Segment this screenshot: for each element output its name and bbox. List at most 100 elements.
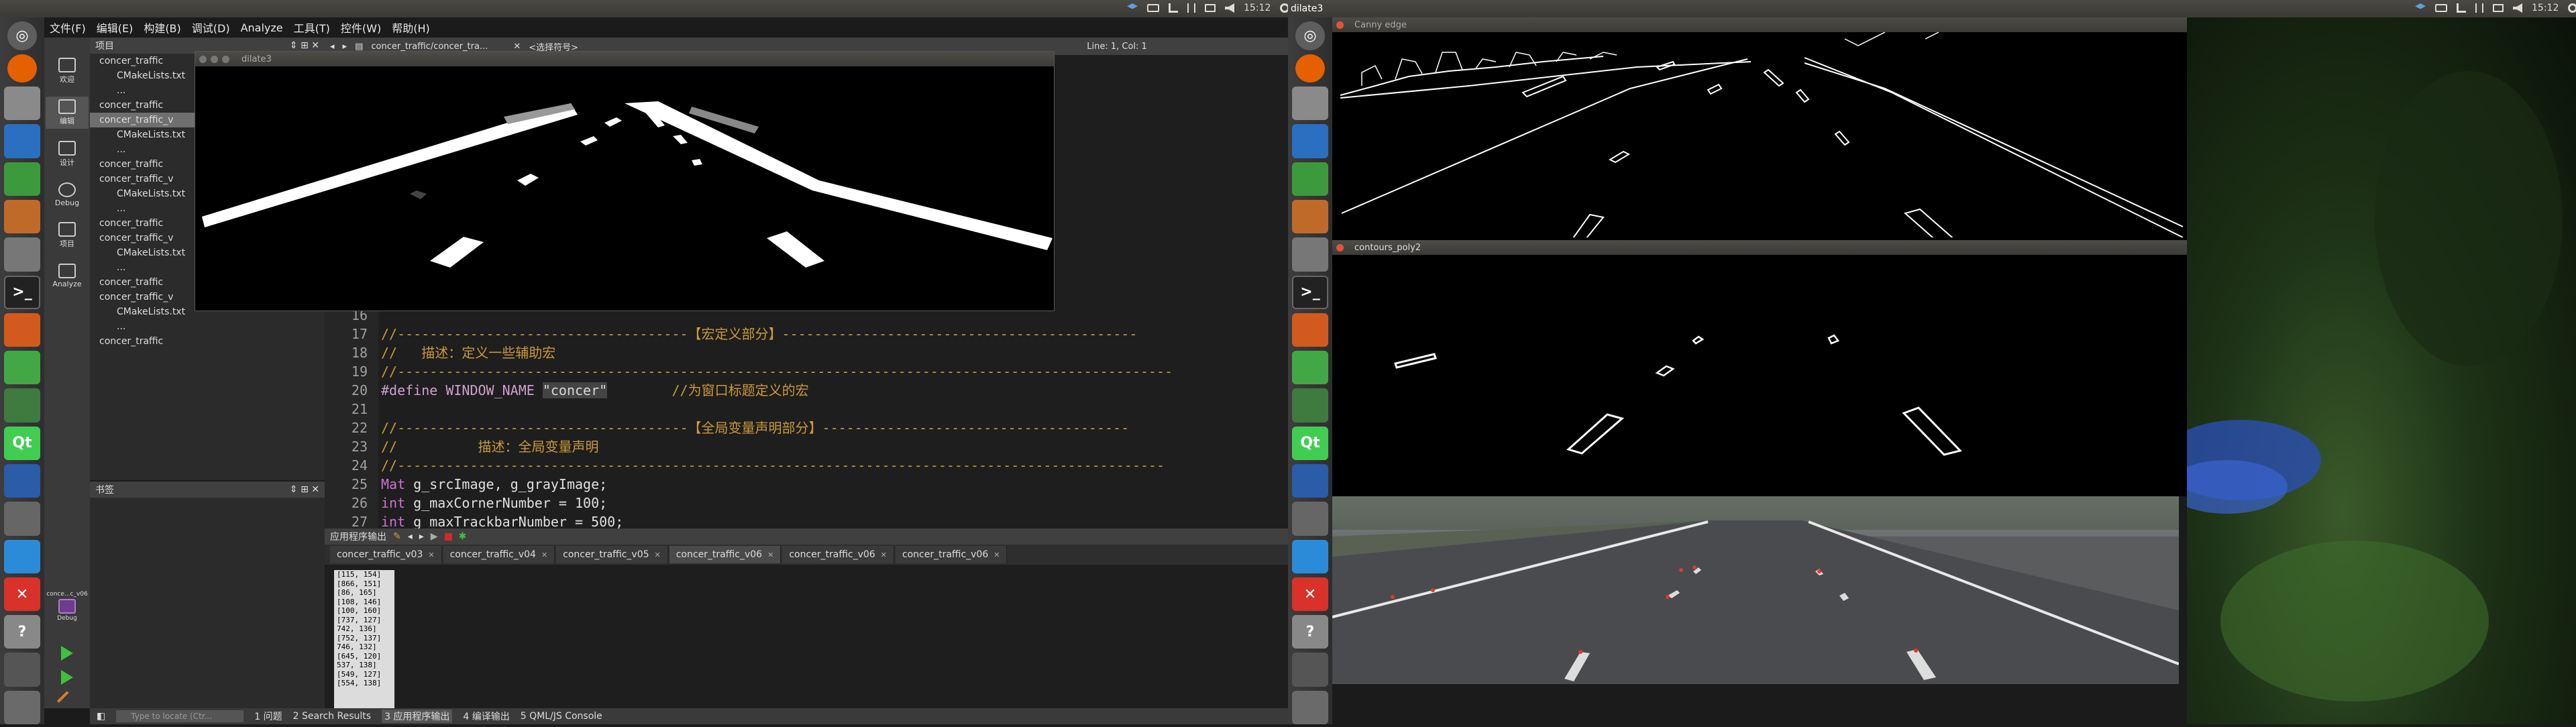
status-search-results[interactable]: 2 Search Results [293, 711, 371, 722]
mode-debug[interactable]: Debug [46, 180, 89, 210]
output-text[interactable]: [115, 154] [866, 151] [86, 165] [108, 146][… [334, 570, 394, 708]
qt-designer-icon[interactable] [1292, 539, 1328, 573]
contours-titlebar[interactable]: contours_poly2 [1332, 240, 2187, 255]
maximize-icon[interactable] [222, 55, 229, 63]
stop-icon[interactable] [444, 533, 452, 541]
dilate-titlebar[interactable]: dilate3 [195, 52, 1054, 66]
remote-icon[interactable] [1292, 464, 1328, 498]
sidebar-toggle-icon[interactable]: ◧ [97, 711, 105, 722]
kit-selector[interactable]: conce...c_v06 Debug [46, 588, 89, 624]
contours-window[interactable]: contours_poly2 [1332, 240, 2187, 496]
image-viewer-icon[interactable] [4, 388, 40, 423]
close-tab-icon[interactable]: ✕ [994, 551, 1000, 559]
firefox-icon[interactable] [1295, 54, 1325, 83]
impress-icon[interactable] [1292, 199, 1328, 234]
trash-icon[interactable] [1292, 690, 1328, 724]
keyboard-icon[interactable] [1147, 4, 1159, 12]
clock[interactable]: 15:12 [1244, 3, 1271, 13]
close-tab-icon[interactable]: ✕ [541, 551, 547, 559]
output-tab[interactable]: concer_traffic_v05 ✕ [556, 546, 668, 563]
menu-help[interactable]: 帮助(H) [392, 19, 430, 36]
output-tab[interactable]: concer_traffic_v06 ✕ [782, 546, 894, 563]
nav-back-icon[interactable]: ◂ [330, 42, 335, 52]
writer-icon[interactable] [1292, 124, 1328, 158]
panel-controls-icon[interactable]: ⇕ ⊞ ✕ [290, 40, 319, 51]
output-tab[interactable]: concer_traffic_v06 ✕ [895, 546, 1008, 563]
clock[interactable]: 15:12 [2532, 3, 2559, 13]
menu-debug[interactable]: 调试(D) [192, 19, 230, 36]
qt-creator-icon[interactable] [4, 351, 40, 385]
files-icon[interactable] [4, 87, 40, 121]
matlab-icon[interactable] [1292, 313, 1328, 347]
mode-analyze[interactable]: Analyze [46, 261, 89, 291]
image-viewer-icon[interactable] [1292, 388, 1328, 423]
run-icon[interactable] [61, 645, 73, 661]
remote-icon[interactable] [4, 464, 40, 498]
firefox-icon[interactable] [7, 54, 37, 83]
close-tab-icon[interactable]: ✕ [881, 551, 887, 559]
panel-controls-icon[interactable]: ⇕ ⊞ ✕ [290, 484, 319, 495]
build-hammer-icon[interactable] [56, 691, 78, 712]
storage-icon[interactable] [4, 653, 40, 687]
xmind-icon[interactable]: ✕ [4, 577, 40, 612]
close-tab-icon[interactable]: ✕ [428, 551, 434, 559]
calc-icon[interactable] [1292, 162, 1328, 196]
output-tab[interactable]: concer_traffic_v06 ✕ [669, 546, 782, 563]
debug-run-icon[interactable] [61, 669, 73, 685]
files-icon[interactable] [1292, 87, 1328, 121]
mode-projects[interactable]: 项目 [46, 219, 89, 251]
status-app-output[interactable]: 3 应用程序输出 [382, 710, 453, 723]
menu-edit[interactable]: 编辑(E) [97, 19, 133, 36]
mode-design[interactable]: 设计 [46, 138, 89, 170]
terminal-icon[interactable]: >_ [1292, 275, 1328, 309]
matlab-icon[interactable] [4, 313, 40, 347]
locator-input[interactable]: Type to locate (Ctr... [116, 710, 244, 722]
settings-icon[interactable] [1292, 237, 1328, 272]
project-tree-item[interactable]: ... [90, 319, 325, 334]
menu-widgets[interactable]: 控件(W) [341, 19, 381, 36]
menu-analyze[interactable]: Analyze [241, 21, 283, 34]
dilate-window[interactable]: dilate3 [195, 51, 1055, 311]
menu-tools[interactable]: 工具(T) [294, 19, 330, 36]
output-tab[interactable]: concer_traffic_v04 ✕ [443, 546, 555, 563]
settings-icon[interactable] [4, 237, 40, 272]
status-qml-console[interactable]: 5 QML/JS Console [521, 711, 602, 722]
prev-icon[interactable]: ◂ [408, 531, 413, 542]
disk-utility-icon[interactable] [1292, 502, 1328, 536]
mail-icon[interactable] [2493, 4, 2504, 12]
output-tab[interactable]: concer_traffic_v03 ✕ [330, 546, 442, 563]
nav-forward-icon[interactable]: ▸ [343, 42, 347, 52]
trash-icon[interactable] [4, 690, 40, 724]
open-file-selector[interactable]: concer_traffic/concer_tra... [371, 42, 505, 52]
next-icon[interactable]: ▸ [419, 531, 424, 542]
storage-icon[interactable] [1292, 653, 1328, 687]
network-icon[interactable] [1169, 3, 1178, 13]
volume-icon[interactable] [1225, 3, 1234, 13]
disk-utility-icon[interactable] [4, 502, 40, 536]
gear-icon[interactable] [2568, 3, 2576, 13]
keyboard-icon[interactable] [2435, 4, 2447, 12]
writer-icon[interactable] [4, 124, 40, 158]
transfer-icon[interactable] [2475, 3, 2483, 13]
qt-icon[interactable]: Qt [4, 426, 40, 461]
play-icon[interactable]: ▶ [431, 531, 438, 542]
close-tab-icon[interactable]: ✕ [655, 551, 661, 559]
close-icon[interactable] [199, 55, 207, 63]
close-tab-icon[interactable]: ✕ [767, 551, 773, 559]
xmind-icon[interactable]: ✕ [1292, 577, 1328, 612]
ubuntu-home-icon[interactable]: ◎ [1295, 21, 1325, 50]
close-icon[interactable] [1336, 21, 1344, 29]
menu-build[interactable]: 构建(B) [144, 19, 180, 36]
mode-edit[interactable]: 编辑 [46, 97, 89, 129]
mail-icon[interactable] [1205, 4, 1216, 12]
help-icon[interactable]: ? [1292, 615, 1328, 649]
dropbox-icon[interactable] [1127, 3, 1138, 9]
impress-icon[interactable] [4, 199, 40, 234]
settings-icon[interactable]: ✱ [459, 531, 467, 542]
attach-icon[interactable]: ✎ [393, 531, 401, 542]
minimize-icon[interactable] [211, 55, 218, 63]
canny-titlebar[interactable]: Canny edge [1332, 17, 2187, 32]
status-compile-output[interactable]: 4 编译输出 [463, 710, 509, 723]
qt-designer-icon[interactable] [4, 539, 40, 573]
menu-file[interactable]: 文件(F) [50, 19, 86, 36]
